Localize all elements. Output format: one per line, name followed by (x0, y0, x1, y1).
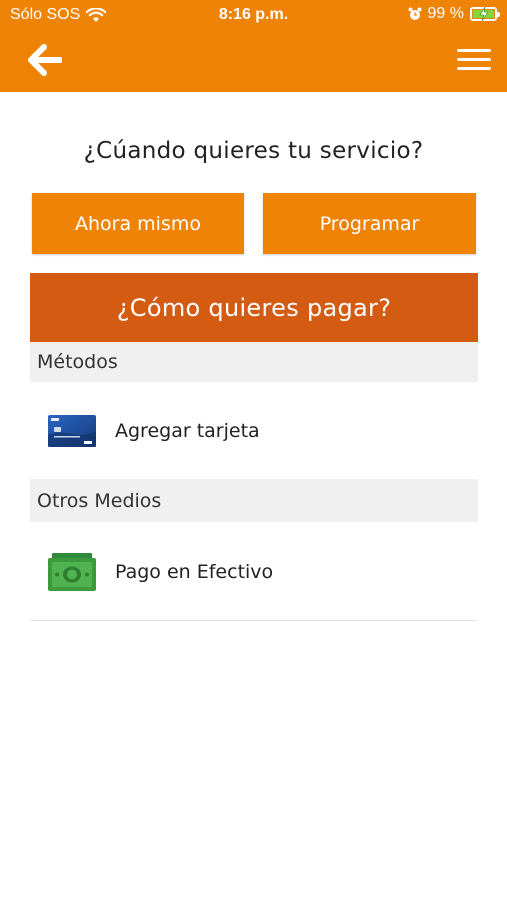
hamburger-menu-icon (457, 48, 491, 52)
top-bar: Sólo SOS 8:16 p.m. 99 % (0, 0, 507, 92)
service-time-question: ¿Cúando quieres tu servicio? (83, 138, 424, 164)
credit-card-icon (48, 415, 96, 447)
battery-icon (470, 7, 500, 21)
methods-section-header: Métodos (30, 342, 478, 382)
cash-payment-row[interactable]: Pago en Efectivo (30, 532, 478, 612)
other-methods-section-label: Otros Medios (37, 489, 162, 512)
nav-bar (0, 30, 507, 92)
battery-percent: 99 % (427, 5, 464, 22)
status-right: 99 % (408, 5, 500, 23)
status-bar: Sólo SOS 8:16 p.m. 99 % (0, 0, 507, 30)
menu-button[interactable] (457, 44, 491, 74)
cash-icon (48, 553, 96, 591)
payment-header: ¿Cómo quieres pagar? (30, 273, 478, 342)
now-button[interactable]: Ahora mismo (32, 193, 244, 254)
add-card-label: Agregar tarjeta (115, 420, 260, 442)
back-button[interactable] (22, 42, 66, 78)
arrow-left-icon (28, 44, 62, 76)
cash-payment-label: Pago en Efectivo (115, 561, 274, 583)
schedule-button[interactable]: Programar (263, 193, 476, 254)
alarm-icon (408, 7, 422, 20)
methods-section-label: Métodos (37, 351, 118, 373)
list-divider (30, 620, 478, 621)
add-card-row[interactable]: Agregar tarjeta (30, 391, 478, 471)
other-methods-section-header: Otros Medios (30, 479, 478, 522)
